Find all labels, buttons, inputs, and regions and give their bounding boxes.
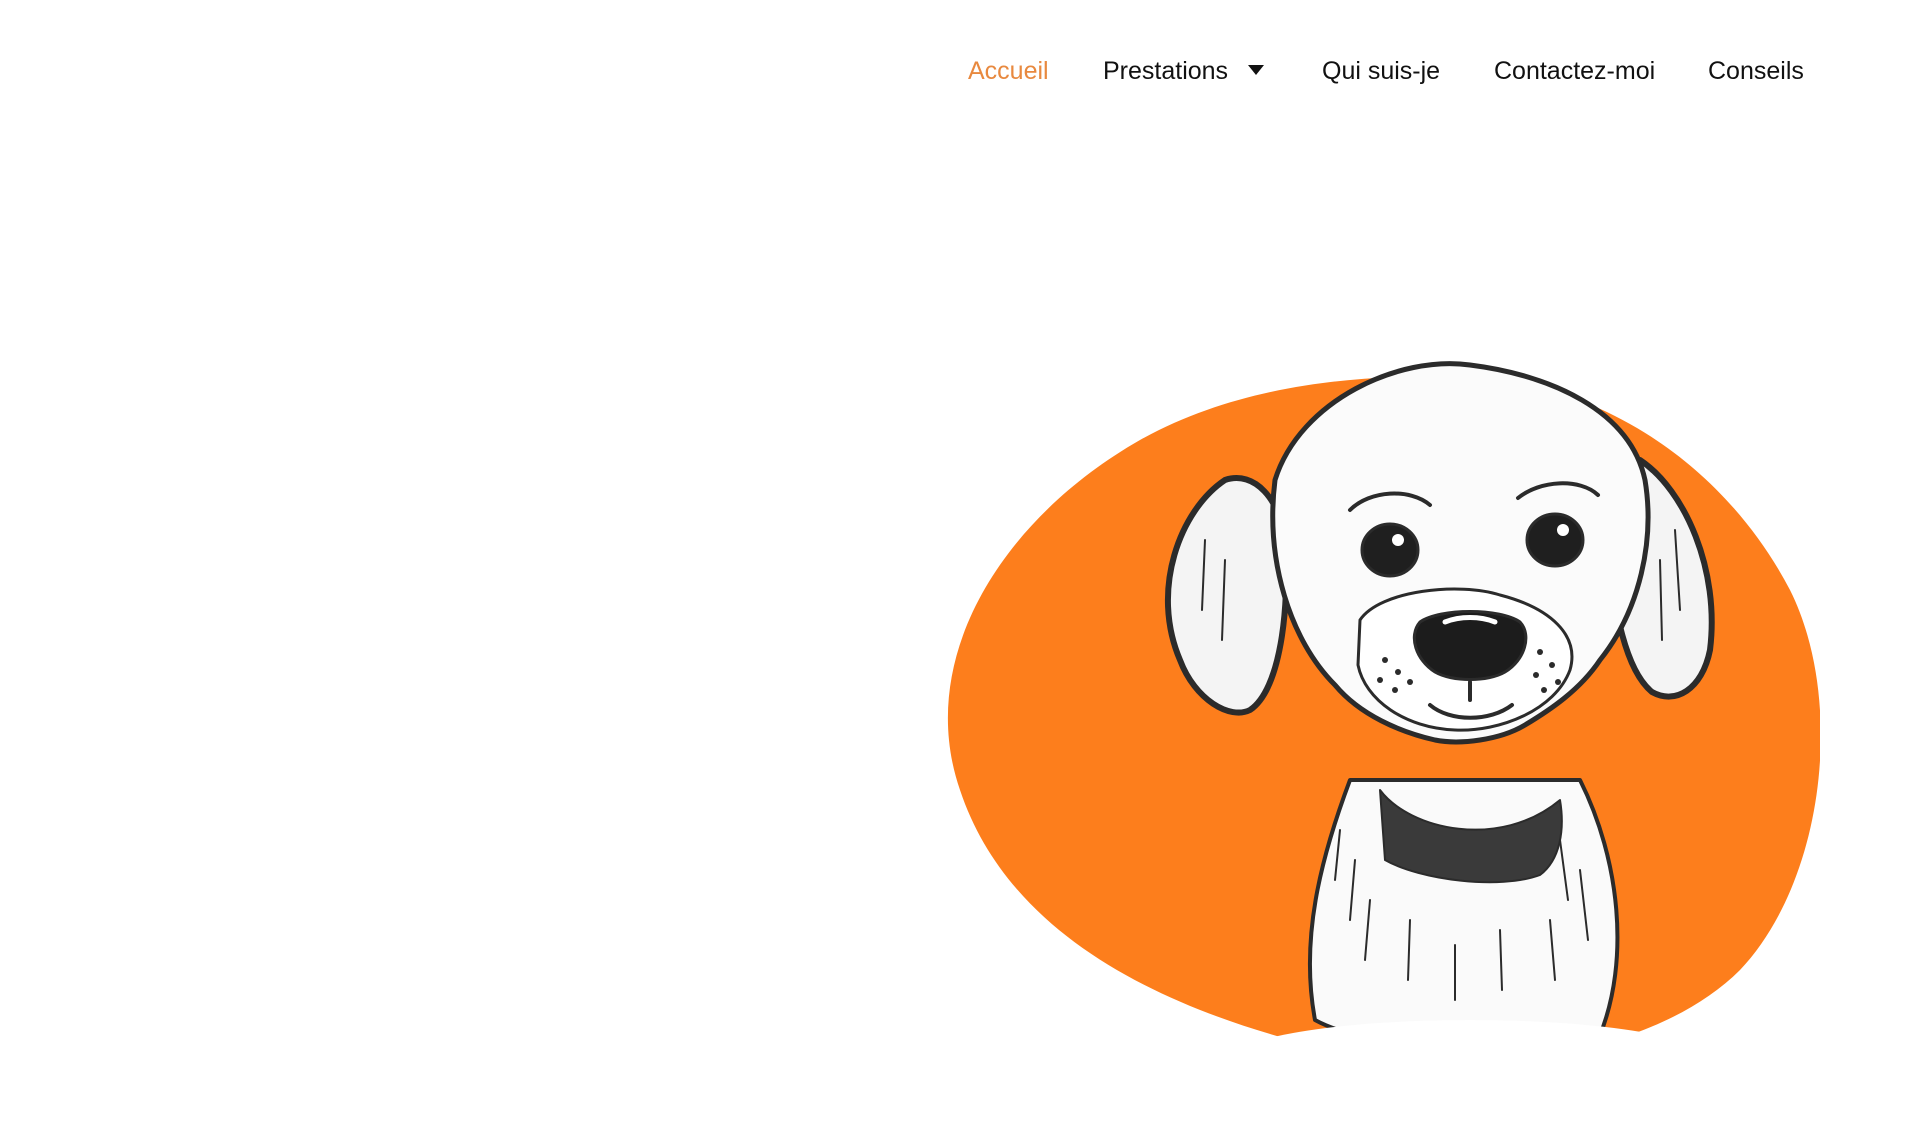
caret-down-icon	[1248, 65, 1265, 76]
dog-right-eye-glint	[1557, 524, 1569, 536]
nav-link-contactez-moi[interactable]: Contactez-moi	[1494, 56, 1655, 86]
hero-illustration	[940, 360, 1820, 1080]
dog-nose	[1412, 610, 1528, 681]
main-navigation: Accueil Prestations Qui suis-je Contacte…	[0, 48, 1920, 98]
dog-right-eye	[1525, 512, 1585, 568]
nav-link-qui-suis-je[interactable]: Qui suis-je	[1322, 56, 1440, 86]
nav-link-conseils[interactable]: Conseils	[1708, 56, 1804, 86]
hero-svg	[947, 361, 1820, 1080]
dog-left-eye	[1360, 522, 1420, 578]
dog-body	[1307, 778, 1620, 1049]
page: Accueil Prestations Qui suis-je Contacte…	[0, 0, 1920, 1131]
nav-link-prestations-label: Prestations	[1103, 57, 1229, 85]
nav-link-prestations[interactable]: Prestations	[1103, 56, 1265, 86]
nav-link-accueil[interactable]: Accueil	[968, 56, 1049, 86]
dog-left-eye-glint	[1392, 534, 1404, 546]
